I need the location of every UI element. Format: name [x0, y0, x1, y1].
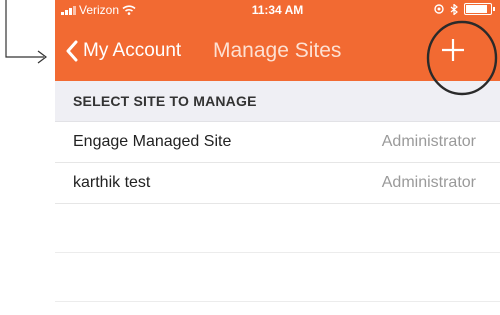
empty-list-row — [55, 204, 500, 253]
site-row[interactable]: karthik test Administrator — [55, 163, 500, 204]
status-icons — [434, 3, 495, 15]
site-row[interactable]: Engage Managed Site Administrator — [55, 122, 500, 163]
nav-bar: My Account Manage Sites — [55, 21, 500, 81]
add-site-button[interactable] — [436, 33, 470, 67]
site-role: Administrator — [381, 174, 476, 191]
back-button[interactable]: My Account — [55, 40, 181, 62]
phone-screen: Verizon 11:34 AM My Account Manage Sites… — [55, 0, 500, 315]
section-header: SELECT SITE TO MANAGE — [55, 81, 500, 122]
location-icon — [434, 4, 444, 14]
site-role: Administrator — [381, 133, 476, 150]
back-chevron-icon — [66, 40, 78, 62]
empty-list-row — [55, 253, 500, 302]
battery-icon — [464, 3, 495, 15]
site-name: Engage Managed Site — [73, 133, 232, 150]
plus-icon — [442, 39, 464, 61]
status-bar: Verizon 11:34 AM — [55, 0, 500, 21]
site-name: karthik test — [73, 174, 151, 191]
bluetooth-icon — [450, 3, 458, 15]
back-label: My Account — [83, 40, 182, 61]
page-title: Manage Sites — [213, 39, 342, 62]
annotation-arrow-icon — [5, 0, 47, 64]
